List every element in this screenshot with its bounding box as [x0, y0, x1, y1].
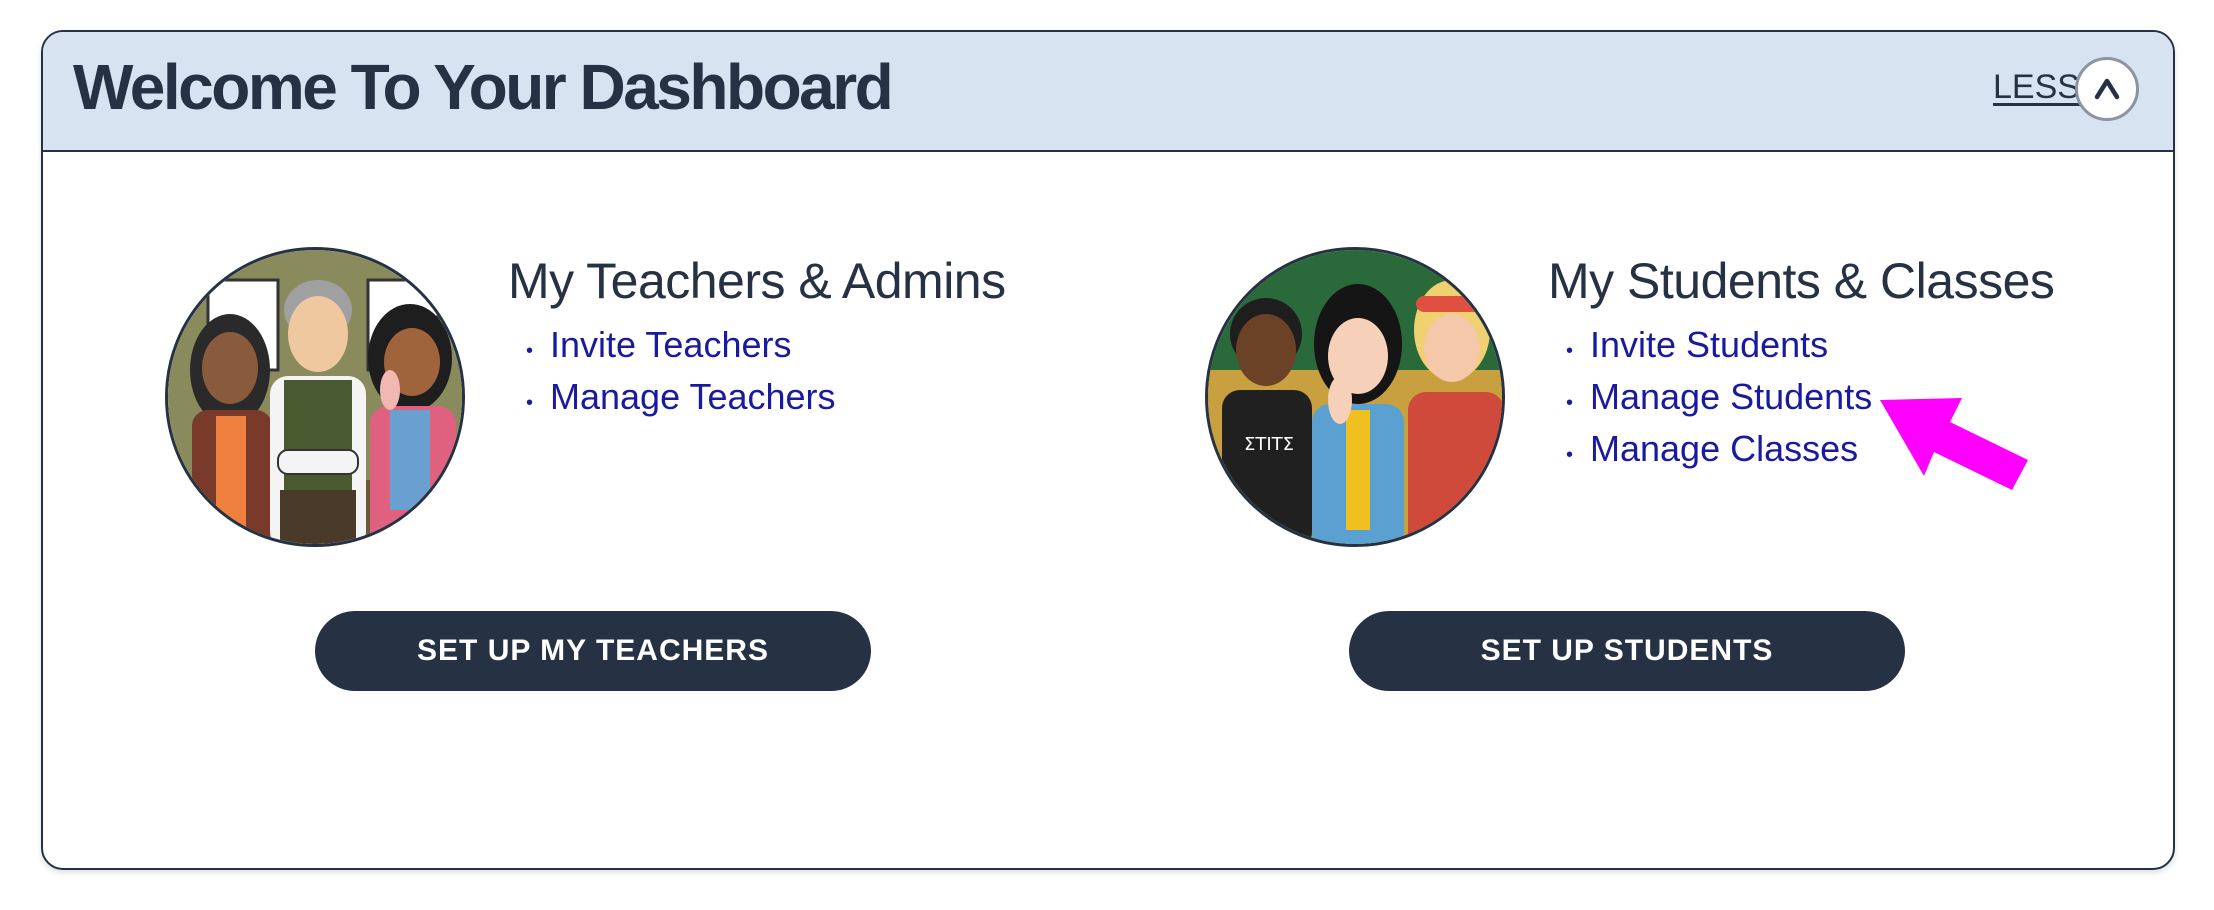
teachers-heading: My Teachers & Admins	[508, 253, 1006, 309]
teachers-link-list: • Invite Teachers • Manage Teachers	[526, 324, 836, 428]
panel-header: Welcome To Your Dashboard LESS	[43, 32, 2173, 152]
list-item: • Manage Students	[1566, 376, 1873, 417]
collapse-button[interactable]	[2075, 57, 2139, 121]
teachers-avatar	[165, 247, 465, 547]
set-up-students-button[interactable]: SET UP STUDENTS	[1349, 611, 1905, 691]
invite-teachers-link[interactable]: Invite Teachers	[550, 324, 791, 365]
invite-students-link[interactable]: Invite Students	[1590, 324, 1828, 365]
list-item: • Manage Classes	[1566, 428, 1859, 469]
chevron-up-icon	[2094, 78, 2120, 100]
manage-students-link[interactable]: Manage Students	[1590, 376, 1872, 417]
students-link-list: • Invite Students • Manage Students • Manag…	[1566, 324, 1872, 480]
students-avatar: ΣTΙΤΣ	[1205, 247, 1505, 547]
manage-classes-link[interactable]: Manage Classes	[1590, 428, 1858, 469]
list-item: • Invite Teachers	[526, 324, 792, 365]
less-link[interactable]: LESS	[1993, 68, 2080, 107]
svg-text:ΣTΙΤΣ: ΣTΙΤΣ	[1244, 434, 1294, 455]
page-title: Welcome To Your Dashboard	[73, 51, 894, 123]
dashboard-panel: Welcome To Your Dashboard LESS My Teache…	[41, 30, 2175, 870]
set-up-teachers-button[interactable]: SET UP MY TEACHERS	[315, 611, 871, 691]
list-item: • Manage Teachers	[526, 376, 836, 417]
pointer-arrow-icon	[1880, 398, 2028, 490]
list-item: • Invite Students	[1566, 324, 1829, 365]
students-heading: My Students & Classes	[1548, 253, 2055, 309]
manage-teachers-link[interactable]: Manage Teachers	[550, 376, 836, 417]
